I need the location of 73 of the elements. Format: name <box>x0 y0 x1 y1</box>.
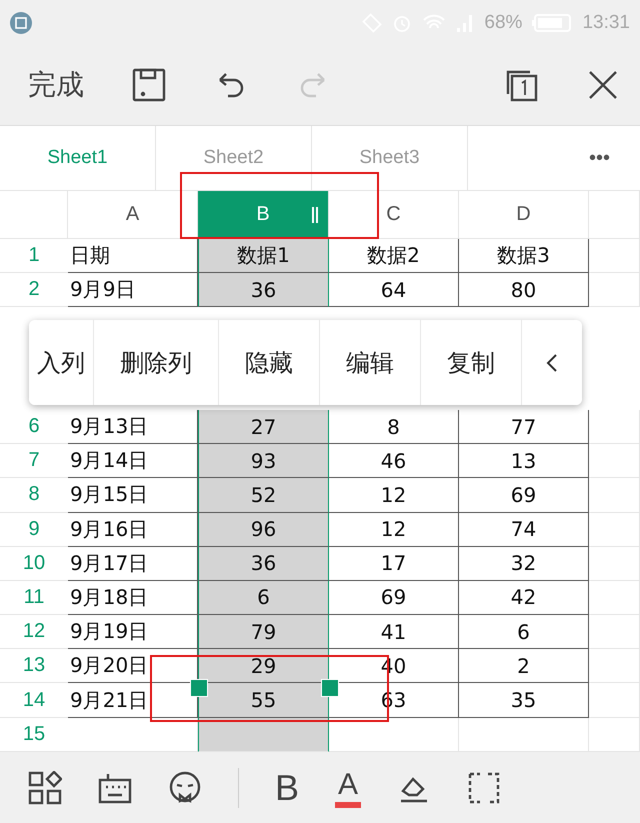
merge-cells-icon[interactable] <box>467 770 502 804</box>
table-cell <box>589 444 640 478</box>
table-cell <box>589 649 640 684</box>
font-color-button[interactable]: A <box>335 768 362 808</box>
table-cell: 日期 <box>68 239 198 274</box>
table-cell: 27 <box>198 410 329 444</box>
done-button[interactable]: 完成 <box>28 66 84 104</box>
table-cell: 74 <box>459 512 589 547</box>
table-cell: 9月16日 <box>68 512 198 547</box>
table-cell: 12 <box>329 512 459 547</box>
table-cell <box>589 478 640 512</box>
table-cell: 9月20日 <box>68 649 198 684</box>
bold-button[interactable]: B <box>275 766 300 808</box>
table-cell: 79 <box>198 615 329 650</box>
table-cell <box>589 615 640 650</box>
table-cell: 64 <box>329 273 459 308</box>
windows-icon[interactable] <box>504 68 538 102</box>
table-cell: 80 <box>459 273 589 308</box>
save-icon[interactable] <box>132 68 166 102</box>
clock: 13:31 <box>582 12 630 34</box>
selection-handle[interactable] <box>321 679 339 697</box>
table-cell <box>589 580 640 616</box>
menu-item[interactable]: 隐藏 <box>219 320 320 405</box>
table-cell: 9月9日 <box>68 273 198 308</box>
table-cell: 55 <box>198 683 329 718</box>
apps-icon[interactable] <box>28 770 62 804</box>
table-cell: 9月18日 <box>68 580 198 616</box>
resize-handle-icon[interactable] <box>312 207 318 223</box>
table-cell: 数据3 <box>459 239 589 274</box>
menu-item[interactable]: 编辑 <box>320 320 421 405</box>
column-header[interactable]: D <box>459 191 589 239</box>
table-cell: 36 <box>198 273 329 308</box>
table-cell: 6 <box>198 580 329 616</box>
column-header[interactable]: A <box>68 191 198 239</box>
table-cell: 9月13日 <box>68 410 198 444</box>
table-cell: 8 <box>329 410 459 444</box>
menu-item[interactable]: 复制 <box>421 320 522 405</box>
table-cell: 13 <box>459 444 589 478</box>
column-header[interactable]: B <box>198 191 329 239</box>
table-cell: 69 <box>329 580 459 616</box>
table-cell: 2 <box>459 649 589 684</box>
table-cell: 96 <box>198 512 329 547</box>
table-cell: 数据2 <box>329 239 459 274</box>
table-cell <box>589 683 640 718</box>
selection-handle[interactable] <box>190 679 208 697</box>
table-cell: 52 <box>198 478 329 512</box>
color-bar-icon <box>335 802 362 808</box>
table-cell: 9月14日 <box>68 444 198 478</box>
table-cell: 46 <box>329 444 459 478</box>
table-cell <box>589 512 640 547</box>
face-icon[interactable] <box>168 770 202 804</box>
table-cell: 6 <box>459 615 589 650</box>
table-cell <box>589 239 640 274</box>
table-cell: 17 <box>329 546 459 581</box>
menu-item[interactable]: 删除列 <box>94 320 219 405</box>
table-cell: 12 <box>329 478 459 512</box>
table-cell: 9月17日 <box>68 546 198 581</box>
table-cell <box>589 546 640 581</box>
table-cell: 35 <box>459 683 589 718</box>
battery-percent: 68% <box>484 12 522 34</box>
table-cell: 69 <box>459 478 589 512</box>
table-cell: 9月19日 <box>68 615 198 650</box>
table-cell: 32 <box>459 546 589 581</box>
table-cell: 77 <box>459 410 589 444</box>
table-cell: 29 <box>198 649 329 684</box>
menu-item[interactable]: 入列 <box>29 320 94 405</box>
table-cell: 36 <box>198 546 329 581</box>
table-cell: 41 <box>329 615 459 650</box>
table-cell: 42 <box>459 580 589 616</box>
table-cell: 9月15日 <box>68 478 198 512</box>
table-cell: 数据1 <box>198 239 329 274</box>
table-cell: 93 <box>198 444 329 478</box>
screenshot-icon <box>10 12 32 34</box>
